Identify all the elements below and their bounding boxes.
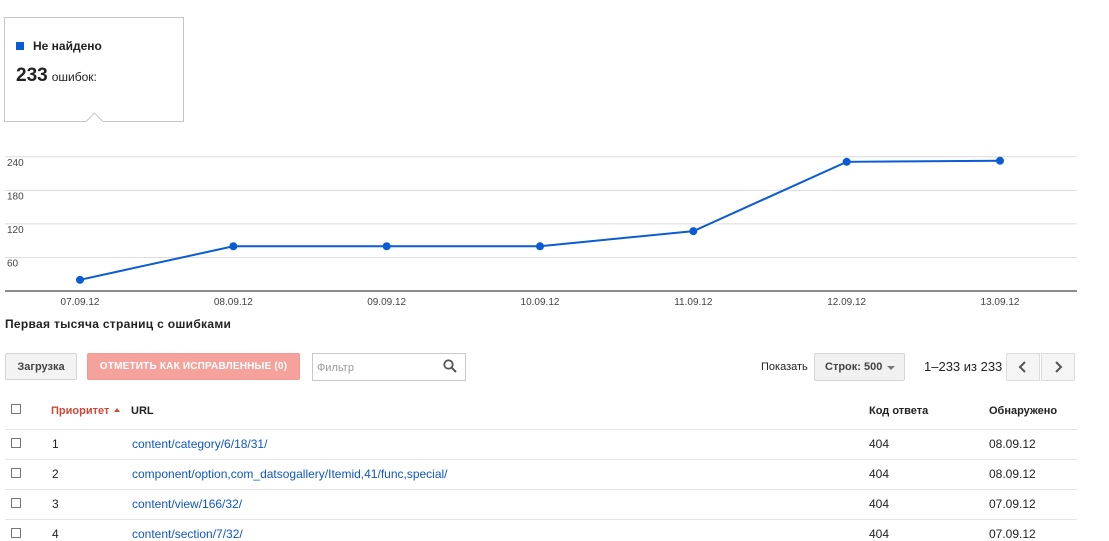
row-divider: [5, 459, 1077, 460]
row-response-code: 404: [869, 527, 890, 541]
chevron-right-icon: [1055, 361, 1063, 373]
row-divider: [5, 519, 1077, 520]
column-header-url[interactable]: URL: [131, 405, 154, 417]
y-tick-label: 120: [7, 225, 24, 236]
filter-input[interactable]: [315, 359, 439, 377]
tooltip-count-value: 233: [16, 65, 48, 86]
y-tick-label: 180: [7, 191, 24, 202]
row-url-link[interactable]: content/view/166/32/: [132, 497, 242, 511]
row-url-link[interactable]: content/section/7/32/: [132, 527, 243, 541]
row-checkbox[interactable]: [11, 528, 21, 538]
mark-as-fixed-button[interactable]: ОТМЕТИТЬ КАК ИСПРАВЛЕННЫЕ (0): [87, 353, 300, 380]
data-point: [229, 242, 238, 251]
rows-per-page-select[interactable]: Строк: 500: [814, 353, 905, 381]
series-color-swatch: [16, 42, 24, 50]
row-detected-date: 07.09.12: [989, 497, 1036, 511]
row-priority: 2: [52, 467, 59, 481]
row-response-code: 404: [869, 437, 890, 451]
row-detected-date: 07.09.12: [989, 527, 1036, 541]
x-tick-label: 07.09.12: [61, 297, 100, 308]
x-tick-label: 09.09.12: [367, 297, 406, 308]
row-url-link[interactable]: content/category/6/18/31/: [132, 437, 267, 451]
x-tick-label: 11.09.12: [674, 297, 713, 308]
row-priority: 1: [52, 437, 59, 451]
y-tick-label: 60: [7, 258, 19, 269]
next-page-button[interactable]: [1041, 353, 1075, 381]
data-point: [689, 227, 698, 236]
data-point: [382, 242, 391, 251]
sort-ascending-icon: [114, 408, 121, 412]
download-button[interactable]: Загрузка: [5, 353, 77, 380]
row-checkbox[interactable]: [11, 498, 21, 508]
row-divider: [5, 489, 1077, 490]
row-detected-date: 08.09.12: [989, 437, 1036, 451]
x-tick-label: 13.09.12: [981, 297, 1020, 308]
pagination-range: 1–233 из 233: [924, 359, 1003, 374]
select-all-checkbox[interactable]: [11, 404, 21, 414]
data-point: [536, 242, 544, 251]
priority-header-label: Приоритет: [51, 405, 110, 417]
errors-line-chart[interactable]: 60 120 180 240 07.09.12 08.09.12 09.09.12 10.09…: [0, 140, 1109, 312]
column-header-response-code[interactable]: Код ответа: [869, 405, 928, 417]
row-url-link[interactable]: component/option,com_datsogallery/Itemid…: [132, 467, 448, 481]
tooltip-series-name: Не найдено: [33, 39, 102, 53]
search-icon[interactable]: [443, 359, 457, 373]
row-checkbox[interactable]: [11, 468, 21, 478]
chevron-down-icon: [887, 366, 895, 370]
row-priority: 3: [52, 497, 59, 511]
row-detected-date: 08.09.12: [989, 467, 1036, 481]
x-tick-label: 10.09.12: [521, 297, 560, 308]
series-line: [79, 159, 1001, 281]
row-priority: 4: [52, 527, 59, 541]
column-header-priority[interactable]: Приоритет: [51, 405, 121, 417]
x-tick-label: 08.09.12: [214, 297, 253, 308]
row-checkbox[interactable]: [11, 438, 21, 448]
y-tick-label: 240: [7, 158, 24, 169]
data-point: [76, 275, 84, 284]
tooltip-count: 233 ошибок:: [16, 65, 97, 87]
chevron-left-icon: [1018, 361, 1026, 373]
data-point: [996, 156, 1004, 165]
row-response-code: 404: [869, 497, 890, 511]
x-tick-label: 12.09.12: [827, 297, 866, 308]
show-label: Показать: [761, 361, 808, 373]
header-divider: [5, 429, 1077, 430]
section-title: Первая тысяча страниц с ошибками: [5, 317, 232, 331]
data-point: [842, 157, 851, 166]
filter-field[interactable]: [312, 353, 466, 381]
chart-tooltip: Не найдено 233 ошибок:: [4, 17, 184, 122]
row-response-code: 404: [869, 467, 890, 481]
tooltip-count-unit: ошибок:: [51, 70, 97, 84]
column-header-detected[interactable]: Обнаружено: [989, 405, 1057, 417]
previous-page-button[interactable]: [1006, 353, 1040, 381]
rows-per-page-value: Строк: 500: [825, 361, 883, 373]
